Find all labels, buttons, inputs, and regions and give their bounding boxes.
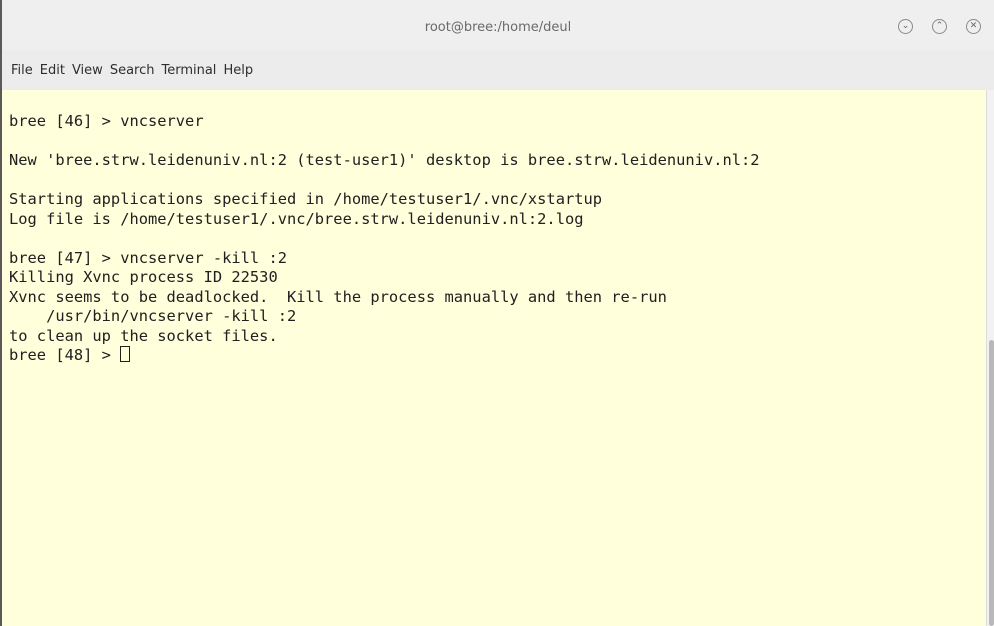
title-bar[interactable]: root@bree:/home/deul ⌄ ⌃ ✕: [2, 0, 994, 50]
close-icon: ✕: [969, 21, 978, 31]
terminal-line: New 'bree.strw.leidenuniv.nl:2 (test-use…: [9, 151, 760, 169]
scrollbar-thumb[interactable]: [989, 340, 994, 626]
minimize-button[interactable]: ⌄: [898, 19, 913, 34]
terminal-line: bree [46] > vncserver: [9, 112, 204, 130]
menu-edit[interactable]: Edit: [40, 63, 65, 78]
menu-help[interactable]: Help: [223, 63, 253, 78]
terminal-line: Killing Xvnc process ID 22530: [9, 268, 278, 286]
terminal-window: root@bree:/home/deul ⌄ ⌃ ✕ File Edit Vie…: [0, 0, 994, 626]
menu-bar: File Edit View Search Terminal Help: [2, 50, 994, 90]
terminal-line: Xvnc seems to be deadlocked. Kill the pr…: [9, 287, 667, 306]
menu-file[interactable]: File: [11, 63, 33, 78]
terminal-line: Log file is /home/testuser1/.vnc/bree.st…: [9, 209, 584, 228]
maximize-button[interactable]: ⌃: [932, 19, 947, 34]
menu-view[interactable]: View: [72, 63, 103, 78]
menu-search[interactable]: Search: [110, 63, 155, 78]
terminal-line: /usr/bin/vncserver -kill :2: [9, 307, 297, 325]
text-cursor: [120, 346, 131, 362]
menu-terminal[interactable]: Terminal: [161, 63, 216, 78]
chevron-down-icon: ⌄: [901, 21, 910, 31]
window-title: root@bree:/home/deul: [424, 20, 572, 35]
terminal-prompt-line: bree [48] >: [9, 346, 986, 366]
terminal-output[interactable]: bree [46] > vncserver New 'bree.strw.lei…: [2, 90, 986, 626]
terminal-prompt: bree [48] >: [9, 346, 121, 364]
scrollbar[interactable]: [986, 90, 994, 626]
terminal-line: to clean up the socket files.: [9, 326, 278, 345]
terminal-line: bree [47] > vncserver -kill :2: [9, 248, 287, 267]
terminal-line: Starting applications specified in /home…: [9, 190, 603, 208]
chevron-up-icon: ⌃: [935, 21, 944, 31]
close-button[interactable]: ✕: [966, 19, 981, 34]
